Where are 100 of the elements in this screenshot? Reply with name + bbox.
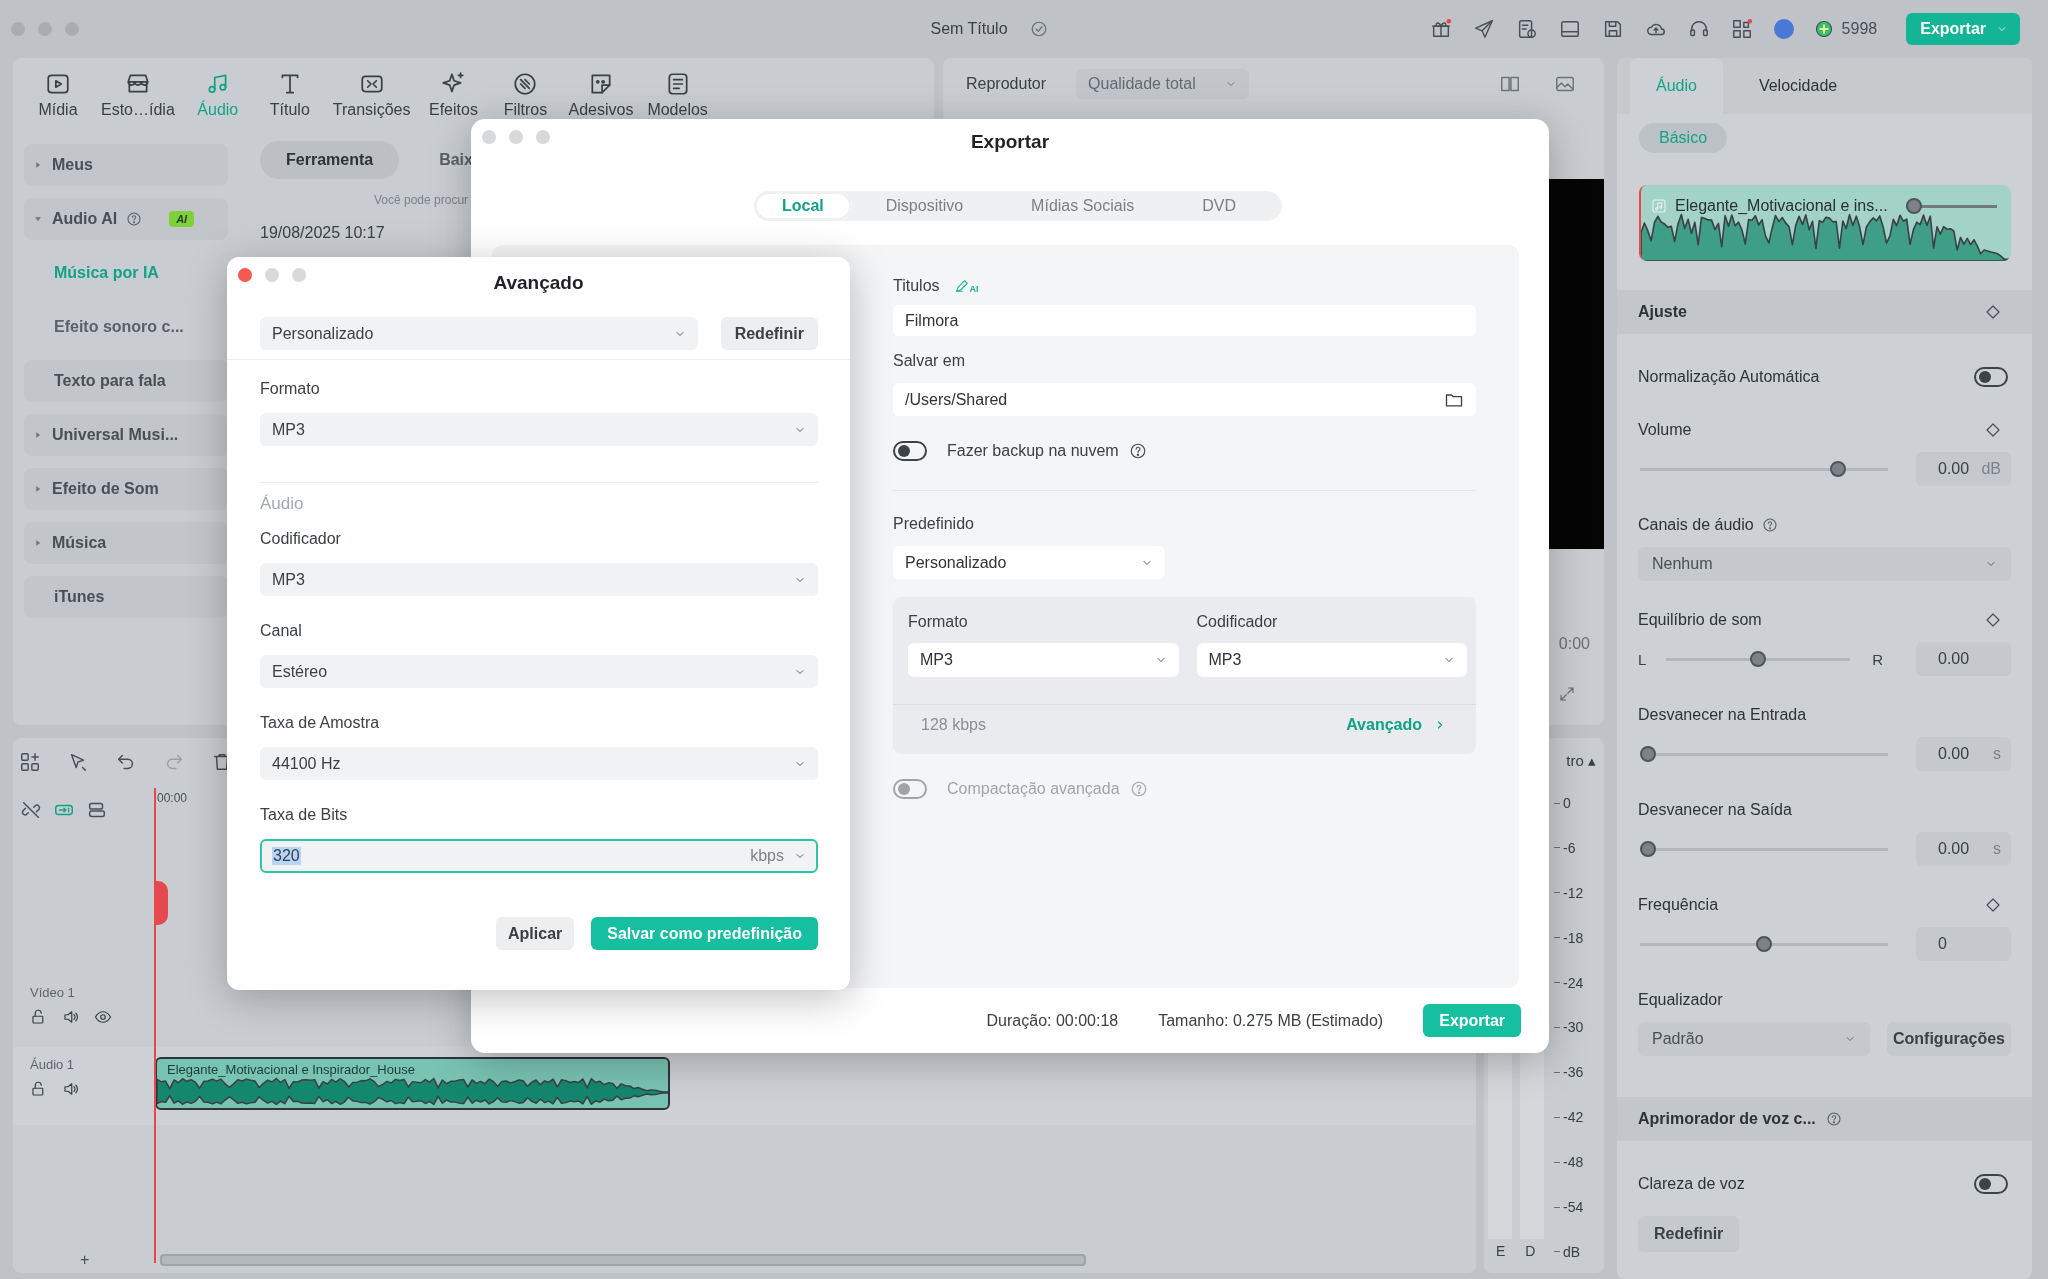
send-icon[interactable] xyxy=(1472,18,1495,40)
gift-icon[interactable] xyxy=(1429,18,1452,40)
sidebar-item[interactable]: Efeito sonoro c... xyxy=(24,306,228,348)
expand-icon[interactable] xyxy=(1558,685,1576,703)
setting-label: Desvanecer na Entrada xyxy=(1638,706,1807,724)
avatar[interactable] xyxy=(1773,19,1794,39)
value-field[interactable]: 0.00 s xyxy=(1916,832,2011,866)
apply-button[interactable]: Aplicar xyxy=(496,917,575,950)
library-tab[interactable]: Baix xyxy=(439,141,473,179)
music-note-icon xyxy=(1651,198,1667,214)
sidebar-item[interactable]: Meus xyxy=(24,144,228,186)
speaker-icon[interactable] xyxy=(62,1080,80,1098)
export-tab[interactable]: DVD xyxy=(1168,191,1271,221)
keyframe-icon[interactable] xyxy=(1984,421,2002,439)
section-header[interactable]: Ajuste xyxy=(1617,290,2032,334)
sidebar-item[interactable]: Texto para fala xyxy=(24,360,228,402)
close-button[interactable] xyxy=(238,268,252,282)
toggle-label: Fazer backup na nuvem xyxy=(947,442,1119,460)
preset-dropdown[interactable]: Personalizado xyxy=(260,317,698,350)
help-icon[interactable] xyxy=(1825,1111,1842,1127)
path-field[interactable]: /Users/Shared xyxy=(893,383,1476,416)
dropdown[interactable]: Nenhum xyxy=(1638,547,2011,581)
scale-label: -30 xyxy=(1563,1019,1584,1036)
keyframe-icon[interactable] xyxy=(1984,303,2002,321)
eye-icon[interactable] xyxy=(94,1008,112,1026)
toolbar-tab[interactable]: Filtros xyxy=(496,70,555,119)
toolbar-tab[interactable]: Mídia xyxy=(29,70,87,119)
scale-label: -54 xyxy=(1563,1199,1584,1215)
section-header[interactable]: Aprimorador de voz c... xyxy=(1617,1097,2032,1141)
slider-thumb[interactable] xyxy=(1830,461,1847,477)
toggle-switch[interactable] xyxy=(1974,366,2008,387)
dropdown[interactable]: Padrão xyxy=(1638,1022,1870,1056)
toolbar-tab[interactable]: Título xyxy=(260,70,319,119)
dropdown[interactable]: 44100 Hz xyxy=(260,747,818,780)
slider-thumb[interactable] xyxy=(1750,651,1767,667)
field-label: Taxa de Amostra xyxy=(260,714,380,732)
value-field[interactable]: 0 xyxy=(1916,927,2011,961)
dropdown[interactable]: Estéreo xyxy=(260,655,818,688)
unlink-icon[interactable] xyxy=(20,799,42,821)
toolbar-tab[interactable]: Modelos xyxy=(647,70,708,119)
inspector-tab[interactable]: Velocidade xyxy=(1732,58,1864,114)
field-label: Titulos xyxy=(893,277,940,295)
help-icon[interactable] xyxy=(1761,517,1778,533)
slider-thumb[interactable] xyxy=(1756,936,1772,952)
grid-icon[interactable] xyxy=(1730,18,1753,40)
setting-label: Normalização Automática xyxy=(1638,367,1820,386)
audio-clip[interactable]: Elegante_Motivacional e Inspirador_House xyxy=(155,1057,670,1110)
value-field[interactable]: 0.00 s xyxy=(1916,737,2011,771)
add-track-button[interactable]: + xyxy=(13,1251,155,1269)
preset-dropdown[interactable]: Personalizado xyxy=(893,546,1165,579)
settings-button[interactable]: Configurações xyxy=(1887,1022,2011,1056)
export-tab[interactable]: Mídias Sociais xyxy=(997,191,1169,221)
toggle-label: Compactação avançada xyxy=(947,780,1120,798)
toolbar-tab[interactable]: Adesivos xyxy=(568,70,634,119)
slider-thumb[interactable] xyxy=(1640,746,1656,762)
format-dropdown[interactable]: MP3 xyxy=(908,643,1179,677)
help-icon[interactable] xyxy=(126,211,143,227)
speaker-icon[interactable] xyxy=(62,1008,80,1026)
setting-label: Desvanecer na Saída xyxy=(1638,801,1792,819)
field-label: Canal xyxy=(260,622,302,640)
sidebar-item[interactable]: Efeito de Som xyxy=(24,468,228,510)
quality-dropdown[interactable]: Qualidade total xyxy=(1076,69,1250,99)
export-tab[interactable]: Dispositivo xyxy=(851,191,998,221)
scale-label: -42 xyxy=(1563,1109,1584,1126)
add-track-icon[interactable] xyxy=(19,750,41,773)
slider-thumb[interactable] xyxy=(1905,198,1922,214)
library-tab[interactable]: Ferramenta xyxy=(260,141,400,179)
horizontal-scrollbar[interactable] xyxy=(160,1254,1086,1266)
scale-label: 0 xyxy=(1563,795,1571,811)
date-label: 19/08/2025 10:17 xyxy=(260,224,386,242)
toolbar-tab[interactable]: Efeitos xyxy=(424,70,483,119)
bitrate-field[interactable]: 320 kbps xyxy=(260,839,818,873)
value-field[interactable]: 0.00 dB xyxy=(1916,452,2011,486)
reset-button[interactable]: Redefinir xyxy=(1638,1216,1740,1252)
help-icon[interactable] xyxy=(1128,442,1147,460)
scale-label: -18 xyxy=(1563,929,1584,946)
title-field[interactable]: Filmora xyxy=(893,305,1476,336)
scale-label: dB xyxy=(1563,1243,1581,1260)
format-dropdown[interactable]: MP3 xyxy=(260,413,818,446)
dropdown[interactable]: MP3 xyxy=(260,563,818,596)
toggle-switch[interactable] xyxy=(1974,1173,2008,1194)
toolbar-tab[interactable]: Transições xyxy=(332,70,411,119)
sidebar-item[interactable]: Audio AI AI xyxy=(24,198,228,240)
reset-button[interactable]: Redefinir xyxy=(720,317,818,350)
split-marker[interactable] xyxy=(155,881,168,925)
layout-icon[interactable] xyxy=(1558,18,1581,40)
sidebar-item[interactable]: iTunes xyxy=(24,576,228,618)
slider-thumb[interactable] xyxy=(1640,841,1656,857)
sidebar-item[interactable]: Música xyxy=(24,522,228,564)
value-field[interactable]: 0.00 xyxy=(1916,642,2011,676)
scale-label: -12 xyxy=(1563,884,1584,901)
keyframe-icon[interactable] xyxy=(1984,611,2002,629)
codec-dropdown[interactable]: MP3 xyxy=(1196,643,1467,677)
keyframe-icon[interactable] xyxy=(1984,896,2002,914)
field-label: Predefinido xyxy=(893,515,974,533)
toggle-switch[interactable] xyxy=(893,441,927,461)
toolbar-tab[interactable]: Esto…ídia xyxy=(101,70,175,119)
left-label: L xyxy=(1638,650,1647,668)
sidebar-item[interactable]: Universal Musi... xyxy=(24,414,228,456)
field-label: Codificador xyxy=(260,530,341,548)
